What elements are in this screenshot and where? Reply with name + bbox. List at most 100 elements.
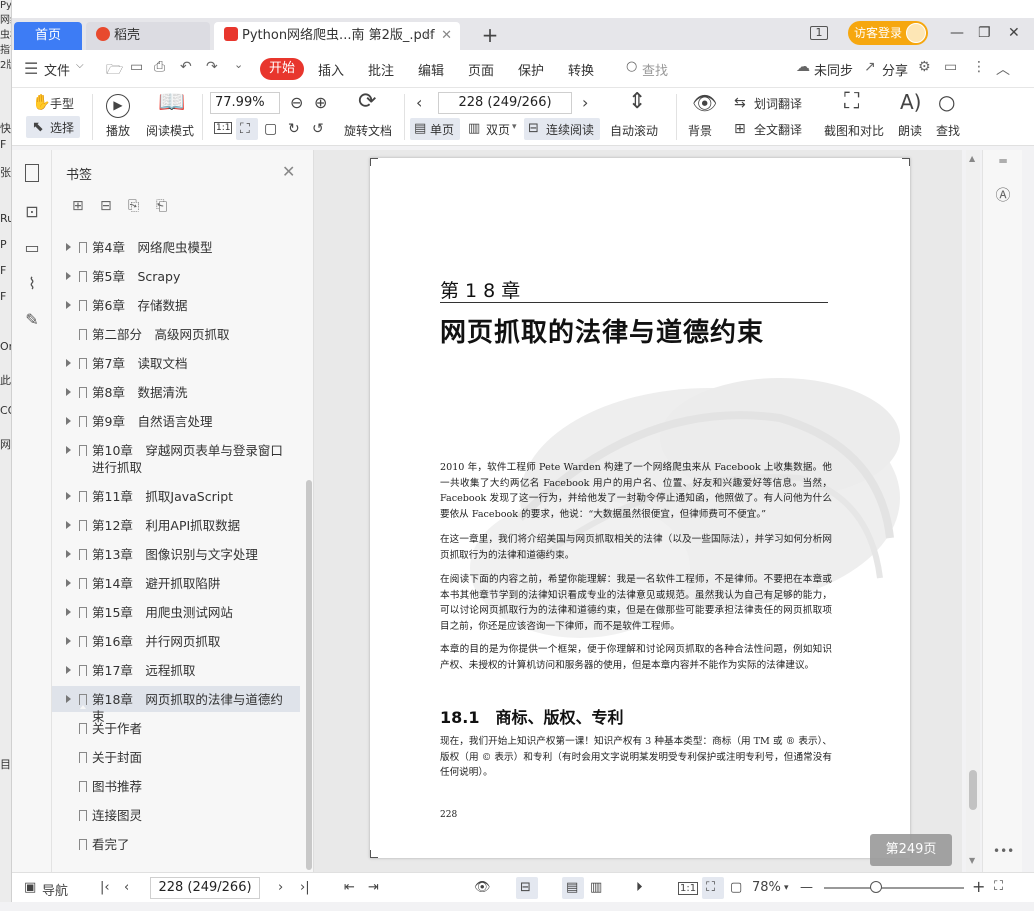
more-options-icon[interactable]: ••• (993, 844, 1014, 858)
expand-arrow-icon[interactable] (66, 446, 71, 454)
double-page-button[interactable]: 双页 (486, 121, 510, 138)
expand-all-icon[interactable]: ⊞ (72, 198, 84, 214)
search-text-icon[interactable]: Ⓐ (993, 184, 1013, 205)
visitor-login-button[interactable]: 访客登录 (848, 21, 928, 45)
continuous-mode-button[interactable]: ⊟ (516, 877, 538, 899)
collapse-ribbon-icon[interactable]: ︿ (996, 59, 1010, 79)
expand-arrow-icon[interactable] (66, 608, 71, 616)
share-icon[interactable]: ↗ (864, 59, 876, 75)
expand-arrow-icon[interactable] (66, 492, 71, 500)
find-icon[interactable]: ○ (938, 92, 955, 112)
auto-scroll-icon[interactable]: ⇕ (628, 91, 646, 113)
open-icon[interactable]: 🗁 (106, 59, 123, 83)
book-icon[interactable]: 📖 (158, 92, 185, 114)
expand-arrow-icon[interactable] (66, 272, 71, 280)
scroll-down-icon[interactable]: ▼ (969, 856, 975, 865)
scrollbar-thumb[interactable] (969, 770, 977, 810)
bookmark-item[interactable]: 第二部分 高级网页抓取 (52, 321, 300, 347)
menu-protect[interactable]: 保护 (518, 60, 544, 79)
thumbnail-icon[interactable]: ⊡ (22, 202, 42, 222)
expand-arrow-icon[interactable] (66, 666, 71, 674)
attachment-icon[interactable]: ⌇ (22, 274, 42, 294)
prev-page-icon[interactable]: ‹ (416, 94, 422, 112)
prev-page-icon[interactable]: ‹ (124, 880, 129, 895)
fit-width-icon[interactable]: ▢ (730, 880, 742, 895)
select-tool[interactable]: ⬉ 选择 (26, 116, 80, 138)
menu-page[interactable]: 页面 (468, 60, 494, 79)
collapse-all-icon[interactable]: ⊟ (100, 198, 112, 214)
bookmark-icon[interactable]: ⎗ (156, 198, 167, 214)
menu-icon[interactable]: ☰ (24, 59, 38, 78)
bookmark-item[interactable]: 第11章 抓取JavaScript (52, 483, 300, 509)
chevron-down-icon[interactable]: ▾ (784, 883, 789, 893)
bookmark-scrollbar[interactable] (306, 480, 312, 870)
double-page-icon[interactable]: ▥ (468, 120, 480, 138)
play-button[interactable]: 播放 (106, 122, 130, 139)
zoom-select[interactable]: 77.99% (210, 92, 280, 114)
bookmark-item[interactable]: 关于封面 (52, 744, 300, 770)
bookmark-item[interactable]: 第9章 自然语言处理 (52, 408, 300, 434)
first-page-icon[interactable]: |‹ (100, 880, 110, 895)
eye-icon[interactable]: 👁 (474, 880, 491, 895)
comment-panel-icon[interactable]: ▭ (22, 238, 42, 258)
rotate-document-button[interactable]: 旋转文档 (344, 122, 392, 139)
read-aloud-button[interactable]: 朗读 (898, 122, 922, 139)
signature-icon[interactable]: ✎ (22, 310, 42, 330)
new-tab-button[interactable]: + (478, 22, 502, 50)
bookmark-item[interactable]: 第16章 并行网页抓取 (52, 628, 300, 654)
full-translate-icon[interactable]: ⊞ (734, 120, 746, 138)
expand-arrow-icon[interactable] (66, 301, 71, 309)
fit-width-icon[interactable]: ▢ (264, 120, 277, 138)
navigation-button[interactable]: 导航 (42, 880, 68, 899)
bookmark-item[interactable]: 第13章 图像识别与文字处理 (52, 541, 300, 567)
add-bookmark-icon[interactable]: ⎘ (128, 198, 139, 214)
hand-tool[interactable]: 手型 (50, 95, 74, 112)
bookmark-item[interactable]: 第18章 网页抓取的法律与道德约束 (52, 686, 300, 724)
eye-icon[interactable]: 👁 (692, 93, 717, 113)
actual-size-button[interactable]: 1:1 (678, 882, 699, 895)
menu-insert[interactable]: 插入 (318, 60, 344, 79)
screenshot-icon[interactable]: ⛶ (844, 91, 859, 113)
bookmark-item[interactable]: 第14章 避开抓取陷阱 (52, 570, 300, 596)
play-icon[interactable]: ⏵ (636, 880, 643, 895)
read-aloud-icon[interactable]: A) (900, 92, 921, 112)
expand-arrow-icon[interactable] (66, 695, 71, 703)
back-icon[interactable]: ⇤ (344, 880, 355, 895)
rotate-document-icon[interactable]: ⟳ (358, 91, 376, 113)
menu-convert[interactable]: 转换 (568, 60, 594, 79)
zoom-slider-track[interactable] (824, 887, 964, 889)
page-number-input[interactable]: 228 (249/266) (438, 92, 572, 114)
menu-file[interactable]: 文件 (44, 60, 70, 79)
redo-icon[interactable]: ↷ (206, 59, 218, 75)
share-button[interactable]: 分享 (882, 60, 908, 79)
search-icon[interactable]: ○ (626, 59, 637, 74)
zoom-in-icon[interactable]: ⊕ (314, 94, 327, 112)
status-zoom-value[interactable]: 78% (752, 880, 781, 895)
chevron-down-icon[interactable]: ▾ (512, 122, 517, 132)
bookmark-item[interactable]: 第12章 利用API抓取数据 (52, 512, 300, 538)
undo-icon[interactable]: ↶ (180, 59, 192, 75)
expand-arrow-icon[interactable] (66, 359, 71, 367)
bookmark-item[interactable]: 关于作者 (52, 715, 300, 741)
fit-page-button[interactable]: ⛶ (236, 118, 258, 140)
single-page-button[interactable]: ▤ 单页 (410, 118, 460, 140)
expand-arrow-icon[interactable] (66, 579, 71, 587)
tab-close-icon[interactable]: ✕ (441, 22, 452, 50)
rotate-left-icon[interactable]: ↺ (312, 120, 324, 138)
cloud-sync-icon[interactable]: ☁ (796, 59, 810, 75)
expand-arrow-icon[interactable] (66, 417, 71, 425)
double-page-icon[interactable]: ▥ (590, 880, 602, 895)
last-page-icon[interactable]: ›| (300, 880, 310, 895)
zoom-out-button[interactable]: — (800, 880, 813, 895)
screenshot-compare-button[interactable]: 截图和对比 (824, 122, 884, 139)
panel-toggle-icon[interactable]: ═ (993, 154, 1013, 168)
expand-arrow-icon[interactable] (66, 243, 71, 251)
more-chevron-icon[interactable]: ⌄ (234, 58, 243, 71)
tab-pdf-document[interactable]: Python网络爬虫...南 第2版_.pdf ▭ ✕ (214, 22, 460, 50)
menu-annotate[interactable]: 批注 (368, 60, 394, 79)
expand-arrow-icon[interactable] (66, 388, 71, 396)
word-translate-icon[interactable]: ⇆ (734, 94, 746, 112)
minimize-button[interactable]: — (950, 18, 964, 50)
print-icon[interactable]: ⎙ (154, 59, 165, 75)
next-page-icon[interactable]: › (582, 94, 588, 112)
